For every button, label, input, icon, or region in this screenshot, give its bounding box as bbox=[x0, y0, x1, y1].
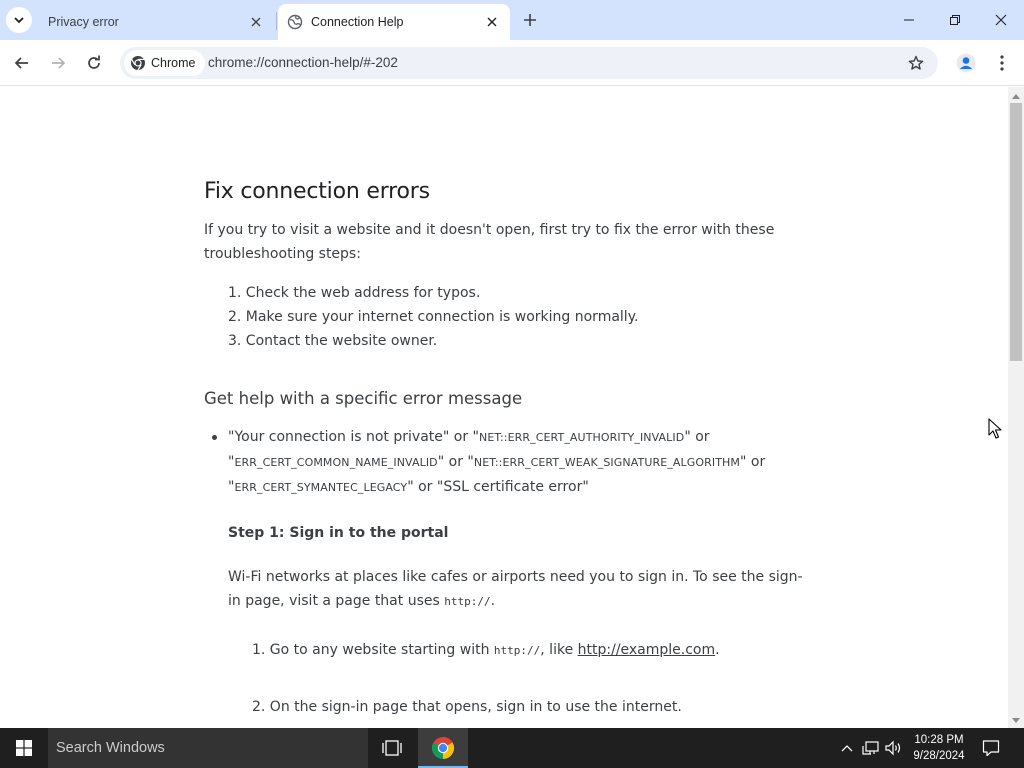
list-item: 2. Make sure your internet connection is… bbox=[228, 309, 639, 325]
error-code: ERR_CERT_COMMON_NAME_INVALID bbox=[234, 456, 438, 469]
forward-button[interactable] bbox=[44, 49, 72, 77]
task-view-icon bbox=[382, 740, 402, 756]
new-tab-button[interactable] bbox=[518, 8, 542, 32]
error-code: NET::ERR_CERT_WEAK_SIGNATURE_ALGORITHM bbox=[473, 456, 740, 469]
restore-icon bbox=[950, 15, 960, 25]
inline-code: http:// bbox=[444, 595, 491, 608]
windows-taskbar: Search Windows 10:28 PM 9/28/2024 bbox=[0, 728, 1024, 768]
plus-icon bbox=[524, 14, 536, 26]
error-list-item: "Your connection is not private" or "NET… bbox=[212, 425, 804, 719]
windows-logo-icon bbox=[16, 740, 32, 756]
chrome-taskbar-button[interactable] bbox=[418, 728, 468, 768]
close-tab-button[interactable] bbox=[482, 12, 502, 32]
chrome-logo-icon bbox=[131, 56, 145, 71]
reload-icon bbox=[88, 55, 100, 69]
more-vertical-icon bbox=[1000, 55, 1004, 71]
close-icon bbox=[487, 17, 497, 27]
inline-code: http:// bbox=[493, 644, 541, 657]
help-article: Fix connection errors If you try to visi… bbox=[204, 179, 804, 728]
error-list: "Your connection is not private" or "NET… bbox=[212, 425, 804, 719]
site-info-chip[interactable]: Chrome bbox=[124, 50, 206, 76]
start-button[interactable] bbox=[0, 728, 48, 768]
page-viewport: Fix connection errors If you try to visi… bbox=[0, 87, 1008, 728]
close-tab-button[interactable] bbox=[246, 12, 266, 32]
tab-divider bbox=[276, 12, 277, 30]
scroll-thumb[interactable] bbox=[1010, 103, 1022, 361]
error-code: ERR_CERT_SYMANTEC_LEGACY bbox=[234, 481, 408, 494]
scroll-up-button[interactable] bbox=[1008, 89, 1024, 103]
taskbar-search-box[interactable]: Search Windows bbox=[48, 728, 368, 768]
close-icon bbox=[251, 17, 261, 27]
sign-in-steps: 1. Go to any website starting with http:… bbox=[252, 638, 804, 719]
chevron-down-icon bbox=[14, 17, 24, 24]
search-placeholder: Search Windows bbox=[56, 740, 165, 756]
list-item: 2. On the sign-in page that opens, sign … bbox=[252, 699, 682, 715]
list-item: 1. Check the web address for typos. bbox=[228, 285, 481, 301]
scroll-down-button[interactable] bbox=[1008, 714, 1024, 728]
clock-date: 9/28/2024 bbox=[913, 750, 965, 762]
network-icon bbox=[862, 741, 879, 755]
url-text[interactable]: chrome://connection-help/#-202 bbox=[208, 55, 398, 70]
restore-button[interactable] bbox=[932, 0, 978, 40]
triangle-up-icon bbox=[1012, 94, 1020, 99]
arrow-left-icon bbox=[14, 57, 28, 69]
profile-button[interactable] bbox=[953, 50, 979, 76]
example-link[interactable]: http://example.com bbox=[578, 642, 716, 658]
tab-title: Connection Help bbox=[311, 15, 404, 29]
mouse-cursor-icon bbox=[988, 418, 1002, 439]
step-heading: Step 1: Sign in to the portal bbox=[228, 525, 449, 541]
avatar-icon bbox=[956, 53, 976, 73]
task-view-button[interactable] bbox=[372, 728, 412, 768]
list-item: 3. Contact the website owner. bbox=[228, 333, 438, 349]
menu-button[interactable] bbox=[992, 50, 1012, 76]
back-button[interactable] bbox=[8, 49, 36, 77]
minimize-icon bbox=[904, 19, 914, 21]
list-item: 1. Go to any website starting with http:… bbox=[252, 642, 720, 658]
taskbar-clock[interactable]: 10:28 PM 9/28/2024 bbox=[906, 732, 972, 764]
arrow-right-icon bbox=[52, 57, 66, 69]
troubleshooting-steps: 1. Check the web address for typos. 2. M… bbox=[228, 281, 804, 353]
minimize-button[interactable] bbox=[886, 0, 932, 40]
speaker-icon bbox=[885, 740, 901, 756]
tab-title: Privacy error bbox=[48, 15, 119, 29]
close-window-button[interactable] bbox=[978, 0, 1024, 40]
triangle-down-icon bbox=[1012, 718, 1020, 723]
section-heading: Get help with a specific error message bbox=[204, 389, 523, 408]
network-button[interactable] bbox=[861, 738, 881, 758]
tab-connection-help[interactable]: Connection Help bbox=[278, 4, 510, 40]
volume-button[interactable] bbox=[884, 738, 904, 758]
globe-icon bbox=[287, 14, 303, 30]
chevron-up-icon bbox=[841, 745, 853, 752]
address-bar[interactable]: Chrome chrome://connection-help/#-202 bbox=[120, 47, 938, 79]
tab-search-button[interactable] bbox=[6, 7, 32, 33]
chrome-logo-icon bbox=[431, 737, 455, 759]
site-chip-label: Chrome bbox=[151, 56, 196, 70]
toolbar: Chrome chrome://connection-help/#-202 bbox=[0, 40, 1024, 86]
vertical-scrollbar[interactable] bbox=[1008, 87, 1024, 728]
reload-button[interactable] bbox=[80, 49, 108, 77]
star-icon bbox=[908, 55, 924, 70]
bullet bbox=[212, 435, 217, 440]
step-paragraph: Wi-Fi networks at places like cafes or a… bbox=[228, 569, 803, 609]
bookmark-button[interactable] bbox=[906, 53, 926, 73]
error-names: "Your connection is not private" or "NET… bbox=[228, 429, 766, 495]
action-center-button[interactable] bbox=[980, 738, 1002, 758]
tab-strip: Privacy error Connection Help bbox=[0, 0, 1024, 40]
notification-icon bbox=[982, 740, 1000, 757]
intro-paragraph: If you try to visit a website and it doe… bbox=[204, 222, 775, 262]
page-title: Fix connection errors bbox=[204, 179, 430, 204]
close-icon bbox=[995, 14, 1007, 26]
clock-time: 10:28 PM bbox=[914, 734, 964, 746]
tab-privacy-error[interactable]: Privacy error bbox=[36, 4, 274, 40]
show-hidden-icons-button[interactable] bbox=[837, 738, 857, 758]
error-code: NET::ERR_CERT_AUTHORITY_INVALID bbox=[478, 431, 685, 444]
